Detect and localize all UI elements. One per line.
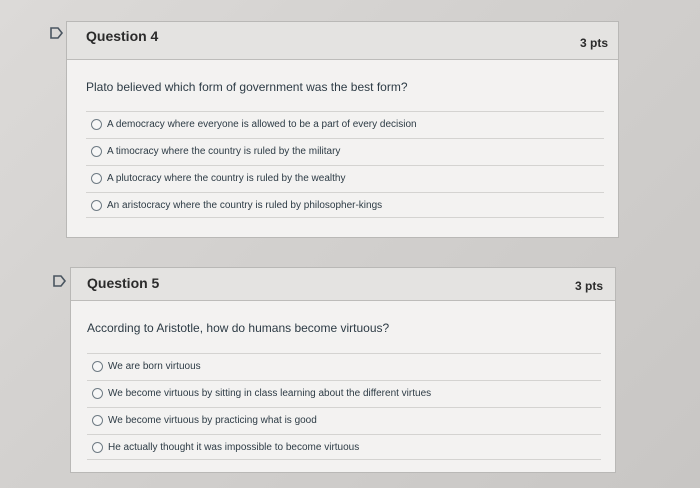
flag-icon[interactable] (53, 275, 67, 287)
radio-button[interactable] (91, 146, 102, 157)
question-card-5: Question 5 3 pts According to Aristotle,… (70, 267, 616, 473)
question-points: 3 pts (579, 36, 608, 50)
question-title: Question 4 (86, 28, 159, 44)
radio-button[interactable] (92, 415, 103, 426)
answer-label: We are born virtuous (108, 361, 201, 372)
question-text: According to Aristotle, how do humans be… (87, 321, 390, 335)
answer-label: An aristocracy where the country is rule… (107, 199, 383, 211)
answer-option[interactable]: A democracy where everyone is allowed to… (86, 111, 604, 137)
radio-button[interactable] (92, 441, 103, 453)
answer-label: He actually thought it was impossible to… (108, 441, 360, 453)
answer-label: A democracy where everyone is allowed to… (107, 119, 417, 130)
answer-option[interactable]: An aristocracy where the country is rule… (86, 192, 604, 218)
radio-button[interactable] (91, 173, 102, 184)
question-card-4: Question 4 3 pts Plato believed which fo… (66, 21, 619, 238)
radio-button[interactable] (92, 388, 103, 399)
radio-button[interactable] (92, 361, 103, 372)
question-title: Question 5 (87, 275, 160, 291)
question-text: Plato believed which form of government … (86, 80, 408, 94)
question-points: 3 pts (574, 279, 603, 293)
answer-option[interactable]: We are born virtuous (87, 353, 601, 379)
answer-label: We become virtuous by sitting in class l… (108, 388, 432, 399)
answer-option[interactable]: A plutocracy where the country is ruled … (86, 165, 604, 191)
radio-button[interactable] (91, 119, 102, 130)
answer-option[interactable]: We become virtuous by practicing what is… (87, 407, 601, 433)
answer-label: We become virtuous by practicing what is… (108, 415, 317, 426)
answer-label: A plutocracy where the country is ruled … (107, 173, 346, 184)
answer-label: A timocracy where the country is ruled b… (107, 146, 341, 157)
radio-button[interactable] (91, 199, 102, 211)
flag-icon[interactable] (50, 27, 64, 39)
answer-option[interactable]: A timocracy where the country is ruled b… (86, 138, 604, 164)
answer-option[interactable]: He actually thought it was impossible to… (87, 434, 601, 460)
answer-option[interactable]: We become virtuous by sitting in class l… (87, 380, 601, 406)
